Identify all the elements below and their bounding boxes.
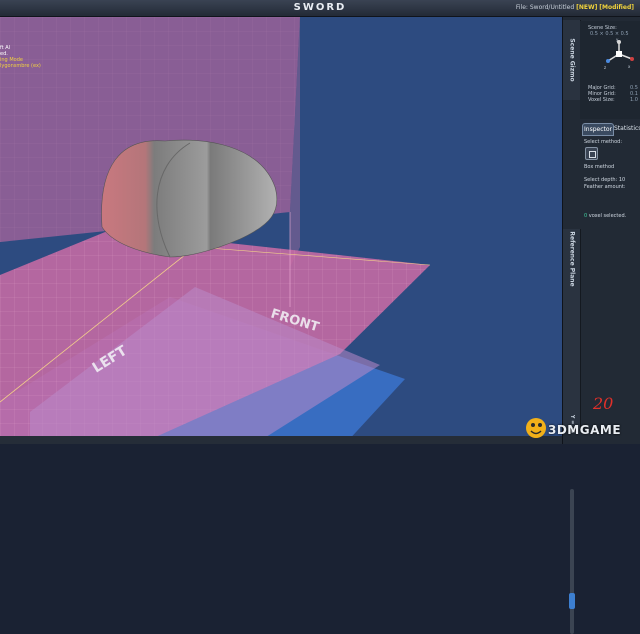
right-panel: Scene Gizmo Scene Size: 0.5 × 0.5 × 0.5 …: [562, 17, 640, 634]
voxel-selected-count: 0: [584, 213, 588, 219]
box-method-label: Box method: [584, 164, 615, 170]
file-info: File: Sword/Untitled [NEW] [Modified]: [516, 4, 634, 11]
title-bar: SWORD File: Sword/Untitled [NEW] [Modifi…: [0, 0, 640, 17]
new-tag: [NEW]: [576, 4, 598, 11]
voxel-size-value: 1.0: [630, 97, 638, 103]
tab-inspector[interactable]: Inspector: [582, 123, 614, 136]
scene-size-value: 0.5 × 0.5 × 0.5: [590, 31, 629, 37]
voxel-size-label: Voxel Size:: [588, 97, 615, 103]
viewport-overlay: ft Al ed. ing Mode lygonsmbre (ex): [0, 45, 41, 69]
voxel-dome[interactable]: [101, 139, 278, 258]
scene-gizmo-panel: Scene Size: 0.5 × 0.5 × 0.5 x z y Major …: [580, 21, 640, 119]
reference-plane-slider[interactable]: [569, 489, 575, 634]
handwritten-number: 20: [593, 394, 614, 413]
feather-amount[interactable]: Feather amount:: [584, 184, 626, 190]
reference-plane-label: Reference Plane: [568, 231, 575, 287]
overlay-line: lygonsmbre (ex): [0, 63, 41, 69]
reference-plane-slider-thumb[interactable]: [569, 593, 575, 609]
bottom-scrollbar[interactable]: [0, 436, 562, 444]
watermark-text: 3DMGAME: [548, 423, 622, 437]
voxel-selected-status: 0 voxel selected.: [584, 213, 626, 219]
scene-gizmo-tab[interactable]: Scene Gizmo: [563, 20, 581, 100]
axis-y-label: y: [616, 37, 619, 42]
box-method-button[interactable]: [585, 147, 598, 160]
axis-gizmo-icon[interactable]: [602, 39, 636, 69]
3d-viewport[interactable]: LEFT FRONT ft Al ed. ing Mode lygonsmbre…: [0, 17, 562, 444]
modified-tag: [Modified]: [599, 4, 634, 11]
axis-z-label: z: [604, 65, 607, 70]
select-depth[interactable]: Select depth: 10: [584, 177, 625, 183]
axis-x-label: x: [628, 64, 631, 69]
scene-gizmo-tab-label: Scene Gizmo: [568, 38, 575, 82]
reference-plane-tab[interactable]: Reference Plane Y = 25: [563, 229, 581, 634]
select-method-label: Select method:: [584, 139, 623, 145]
scene-canvas[interactable]: LEFT FRONT: [0, 17, 562, 444]
file-label: File:: [515, 4, 528, 11]
file-name: Sword/Untitled: [529, 4, 575, 11]
inspector-tab-row: Inspector Statistics: [582, 123, 640, 136]
tab-statistics[interactable]: Statistics: [614, 123, 640, 134]
voxel-selected-text: voxel selected.: [588, 213, 627, 219]
